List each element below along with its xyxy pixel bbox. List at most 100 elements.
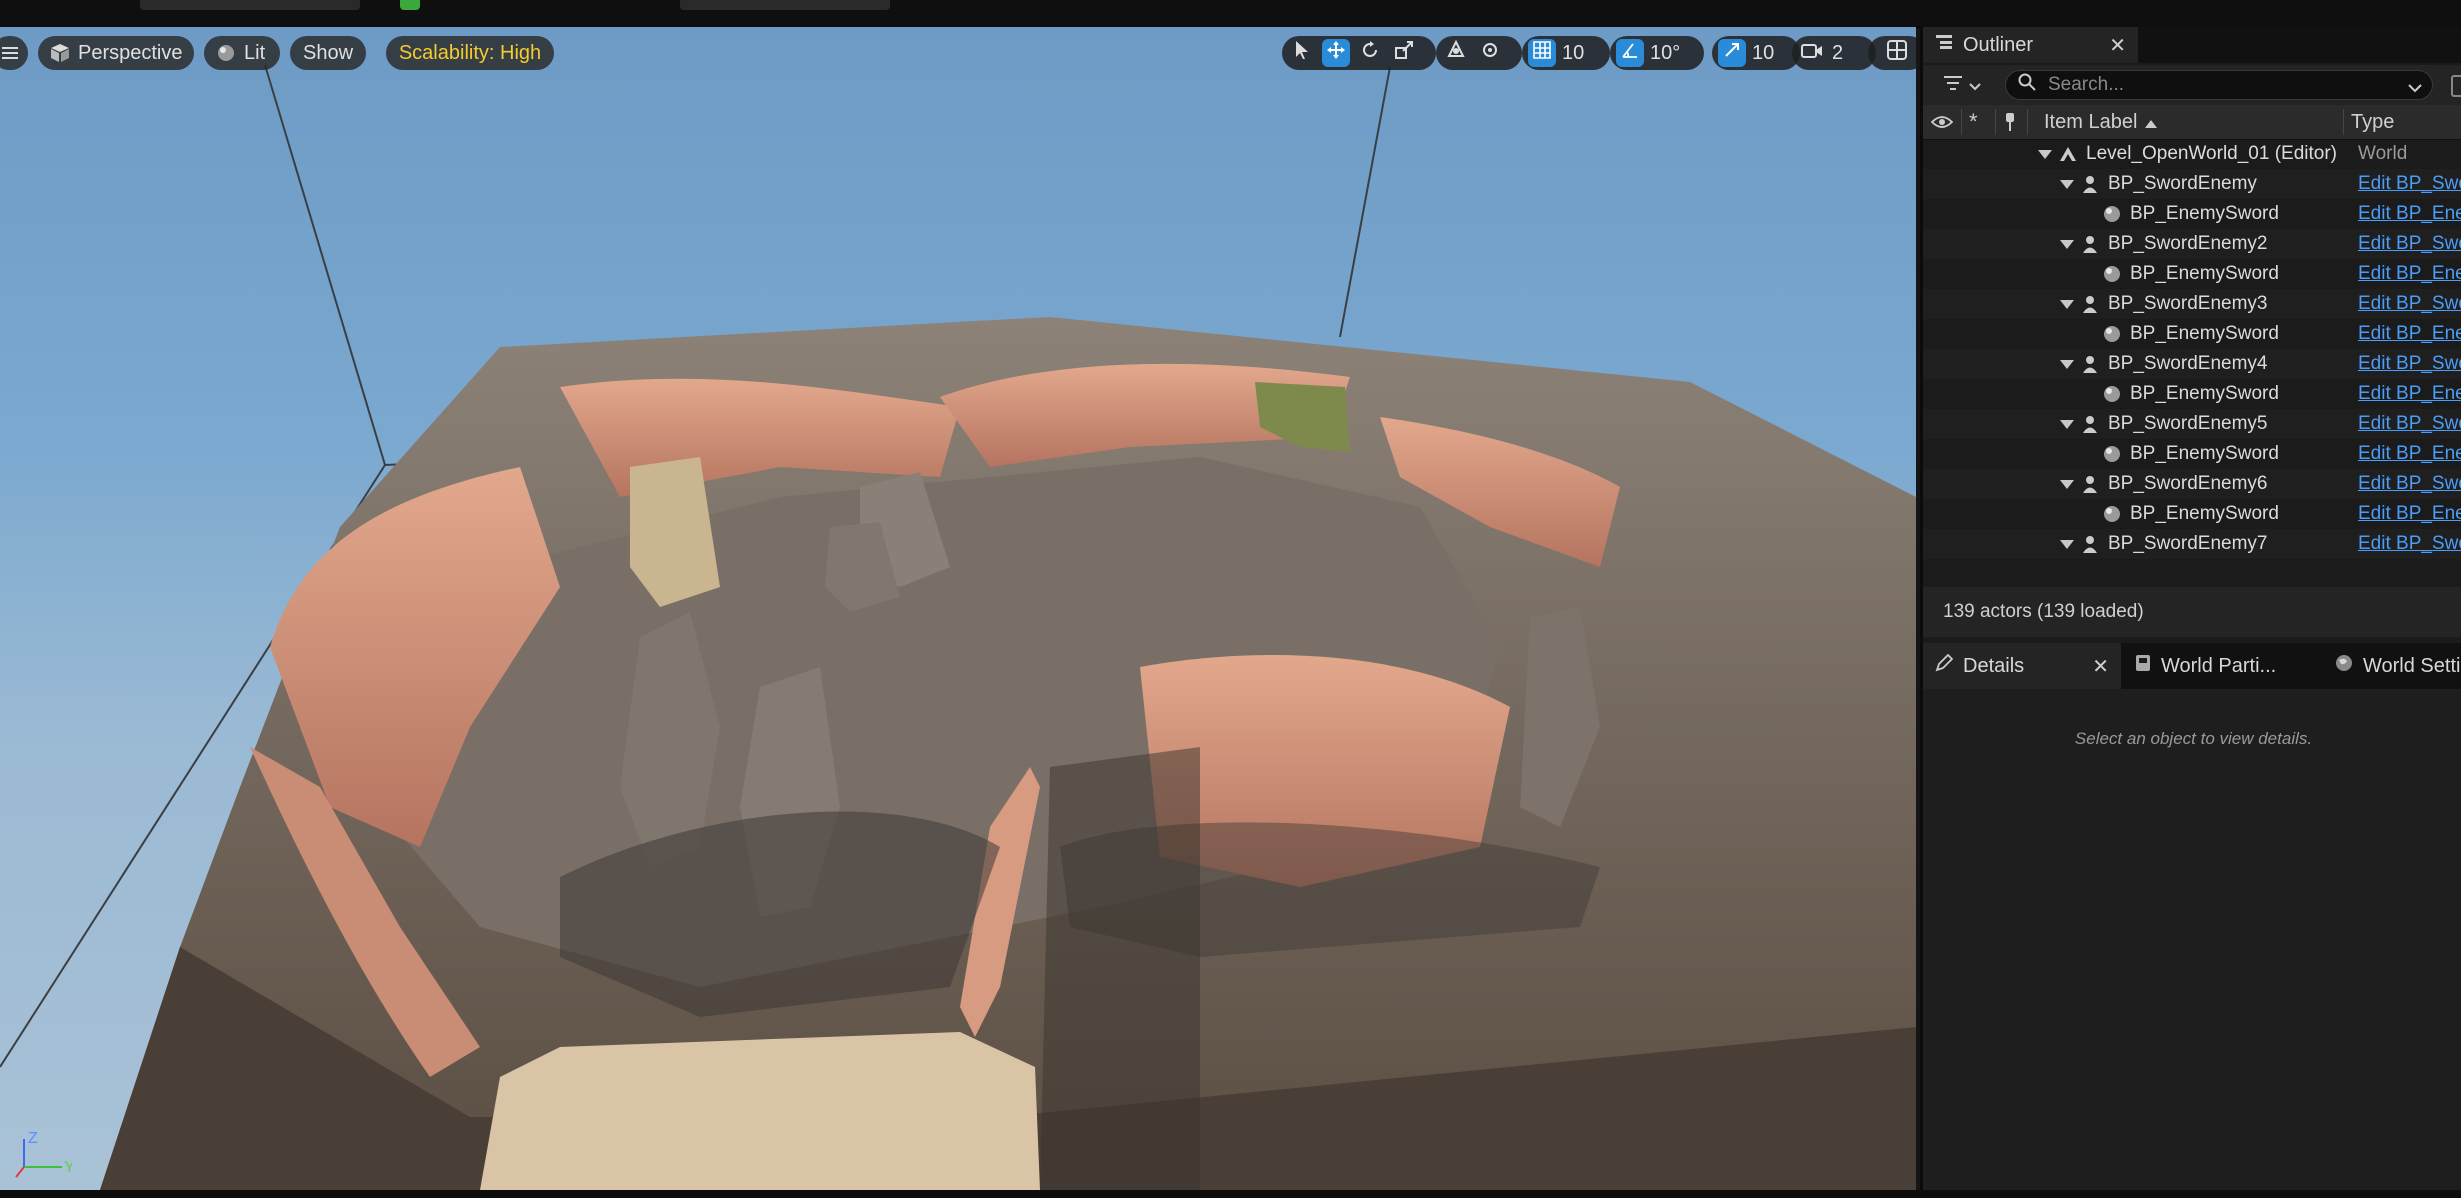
visibility-column-eye-icon[interactable] (1931, 105, 1953, 139)
tree-row[interactable]: BP_EnemySword Edit BP_EnemySword (1923, 439, 2461, 469)
rotate-tool-button[interactable] (1356, 39, 1384, 67)
search-input[interactable] (2046, 73, 2380, 97)
viewport-layout-button[interactable] (1868, 36, 1916, 70)
grid-snap-group[interactable]: 10 (1522, 36, 1610, 70)
tree-row[interactable]: BP_SwordEnemy5 Edit BP_SwordEnemy (1923, 409, 2461, 439)
tree-row[interactable]: BP_EnemySword Edit BP_EnemySword (1923, 379, 2461, 409)
pin-column-icon[interactable] (2003, 105, 2017, 139)
tab-details[interactable]: Details ✕ (1923, 643, 2121, 689)
hamburger-menu-icon (0, 43, 20, 63)
surface-snap-button[interactable] (1476, 39, 1504, 67)
tab-world-partition[interactable]: World Parti... (2123, 643, 2321, 689)
rotation-snap-group[interactable]: 10° (1610, 36, 1704, 70)
rotation-snap-toggle[interactable] (1616, 39, 1644, 67)
select-tool-button[interactable] (1288, 39, 1316, 67)
search-options-chevron-icon[interactable] (2408, 77, 2422, 100)
outliner-column-header: * Item Label Type (1923, 105, 2461, 140)
tree-row-label: BP_EnemySword (2130, 503, 2279, 524)
tree-row[interactable]: BP_SwordEnemy3 Edit BP_SwordEnemy (1923, 289, 2461, 319)
tree-row-label: BP_SwordEnemy3 (2108, 293, 2268, 314)
edit-blueprint-link[interactable]: Edit BP_SwordEnemy (2358, 473, 2461, 495)
item-label-column-header[interactable]: Item Label (2044, 105, 2158, 139)
scale-snap-group[interactable]: 10 (1712, 36, 1800, 70)
filter-dropdown-button[interactable] (1943, 74, 1981, 97)
tree-row[interactable]: BP_SwordEnemy Edit BP_SwordEnemy (1923, 169, 2461, 199)
tree-row[interactable]: BP_EnemySword Edit BP_EnemySword (1923, 259, 2461, 289)
edit-blueprint-link[interactable]: Edit BP_SwordEnemy (2358, 293, 2461, 315)
expand-arrow-icon[interactable] (2060, 420, 2074, 429)
layout-grid-icon (1887, 40, 1907, 66)
scalability-button[interactable]: Scalability: High (386, 36, 554, 70)
expand-arrow-icon[interactable] (2060, 240, 2074, 249)
world-local-toggle-button[interactable] (1442, 39, 1470, 67)
character-actor-icon (2080, 174, 2100, 194)
outliner-icon (1935, 33, 1953, 57)
perspective-view-button[interactable]: Perspective (38, 36, 194, 70)
scale-icon (1394, 40, 1414, 66)
view-mode-lit-button[interactable]: Lit (204, 36, 280, 70)
edit-blueprint-link[interactable]: Edit BP_EnemySword (2358, 263, 2461, 285)
outliner-search-row (1923, 65, 2461, 105)
tree-row[interactable]: BP_SwordEnemy7 Edit BP_SwordEnemy (1923, 529, 2461, 559)
pencil-icon (1935, 653, 1954, 678)
edit-blueprint-link[interactable]: Edit BP_SwordEnemy (2358, 233, 2461, 255)
edit-blueprint-link[interactable]: Edit BP_EnemySword (2358, 503, 2461, 525)
edit-blueprint-link[interactable]: Edit BP_EnemySword (2358, 383, 2461, 405)
tree-row[interactable]: BP_EnemySword Edit BP_EnemySword (1923, 499, 2461, 529)
scale-tool-button[interactable] (1390, 39, 1418, 67)
chevron-down-icon (1969, 74, 1981, 97)
edit-blueprint-link[interactable]: Edit BP_EnemySword (2358, 323, 2461, 345)
axis-y-label: Y (64, 1159, 72, 1176)
tree-row-label: BP_SwordEnemy (2108, 173, 2257, 194)
expand-arrow-icon[interactable] (2060, 180, 2074, 189)
tab-world-settings[interactable]: World Setti... (2323, 643, 2461, 689)
tab-outliner[interactable]: Outliner ✕ (1923, 27, 2138, 63)
edit-blueprint-link[interactable]: Edit BP_SwordEnemy (2358, 353, 2461, 375)
tree-row[interactable]: BP_EnemySword Edit BP_EnemySword (1923, 319, 2461, 349)
level-viewport[interactable]: Perspective Lit Show Scalability: High 1… (0, 27, 1916, 1190)
edit-blueprint-link[interactable]: Edit BP_SwordEnemy (2358, 533, 2461, 555)
globe-icon (2335, 654, 2353, 678)
settings-icon[interactable] (2451, 75, 2461, 97)
edit-blueprint-link[interactable]: Edit BP_SwordEnemy (2358, 413, 2461, 435)
camera-speed-button[interactable] (1798, 39, 1826, 67)
star-column-icon[interactable]: * (1969, 105, 1978, 139)
tree-row[interactable]: BP_EnemySword Edit BP_EnemySword (1923, 199, 2461, 229)
tree-row-world[interactable]: Level_OpenWorld_01 (Editor) World (1923, 139, 2461, 169)
expand-arrow-icon[interactable] (2060, 300, 2074, 309)
tree-row-label: Level_OpenWorld_01 (Editor) (2086, 143, 2338, 164)
search-field[interactable] (2005, 70, 2433, 100)
outliner-status-bar: 139 actors (139 loaded) (1923, 587, 2461, 637)
expand-arrow-icon[interactable] (2060, 480, 2074, 489)
tree-row[interactable]: BP_SwordEnemy2 Edit BP_SwordEnemy (1923, 229, 2461, 259)
edit-blueprint-link[interactable]: Edit BP_SwordEnemy (2358, 173, 2461, 195)
edit-blueprint-link[interactable]: Edit BP_EnemySword (2358, 203, 2461, 225)
item-label-column-text: Item Label (2044, 110, 2138, 133)
show-flags-button[interactable]: Show (290, 36, 366, 70)
snap-surface-icon (1480, 40, 1500, 66)
expand-arrow-icon[interactable] (2038, 150, 2052, 159)
scale-snap-value: 10 (1752, 41, 1775, 64)
camera-speed-group[interactable]: 2 (1792, 36, 1876, 70)
tree-row[interactable]: BP_SwordEnemy4 Edit BP_SwordEnemy (1923, 349, 2461, 379)
type-column-header[interactable]: Type (2351, 105, 2394, 139)
scalability-label: Scalability: High (398, 41, 542, 64)
camera-icon (1801, 42, 1823, 65)
close-outliner-icon[interactable]: ✕ (2109, 33, 2126, 58)
translate-tool-button[interactable] (1322, 39, 1350, 67)
axis-z-label: Z (28, 1130, 38, 1147)
outliner-tree[interactable]: Level_OpenWorld_01 (Editor) World BP_Sword… (1923, 139, 2461, 579)
edit-blueprint-link[interactable]: Edit BP_EnemySword (2358, 443, 2461, 465)
world-icon (2058, 144, 2078, 164)
grid-snap-toggle[interactable] (1528, 39, 1556, 67)
scale-snap-toggle[interactable] (1718, 39, 1746, 67)
sphere-icon (216, 43, 236, 63)
filter-icon (1943, 74, 1963, 97)
expand-arrow-icon[interactable] (2060, 360, 2074, 369)
actor-sphere-icon (2102, 264, 2122, 284)
tree-row[interactable]: BP_SwordEnemy6 Edit BP_SwordEnemy (1923, 469, 2461, 499)
sort-ascending-icon (2145, 111, 2158, 134)
expand-arrow-icon[interactable] (2060, 540, 2074, 549)
close-details-icon[interactable]: ✕ (2092, 654, 2109, 679)
transform-tools-group (1282, 36, 1436, 70)
